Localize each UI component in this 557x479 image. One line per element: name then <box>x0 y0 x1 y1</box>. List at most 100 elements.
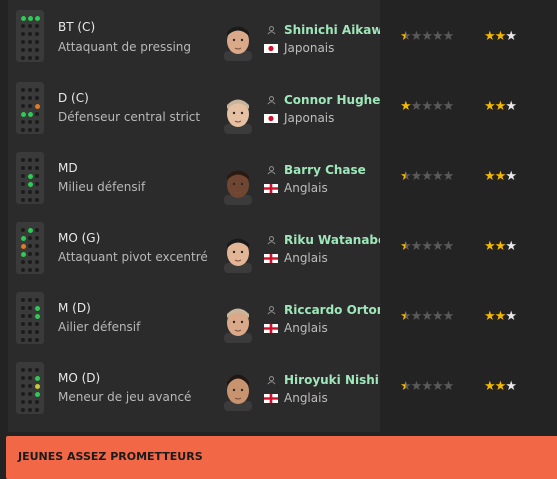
position-marker <box>20 251 26 257</box>
player-role: Défenseur central strict <box>58 110 201 124</box>
position-pitch-icon <box>16 222 44 274</box>
star-icon: ★ <box>421 169 433 184</box>
england-flag-icon <box>264 254 278 263</box>
position-marker <box>27 173 33 179</box>
star-icon: ★ <box>431 239 444 254</box>
potential-ability-stars: ★★★ <box>484 169 517 184</box>
position-pitch-icon <box>16 10 44 62</box>
current-ability-stars: ★★★★★ <box>400 309 454 324</box>
star-icon: ★ <box>484 29 496 44</box>
player-face-avatar <box>224 374 252 411</box>
player-role: Milieu défensif <box>58 180 146 194</box>
person-icon <box>267 96 276 105</box>
person-icon <box>267 236 276 245</box>
star-icon: ★ <box>505 99 517 114</box>
star-icon: ★ <box>400 239 412 254</box>
player-position: MO (G) <box>58 231 101 245</box>
section-header-bar[interactable]: JEUNES ASSEZ PROMETTEURS <box>6 436 557 479</box>
player-row[interactable]: MD Milieu défensif Barry Chase Anglais <box>8 140 380 210</box>
position-marker <box>20 111 26 117</box>
player-name[interactable]: Shinichi Aikawa <box>284 23 380 37</box>
current-ability-stars: ★★★★★ <box>400 99 455 114</box>
position-marker <box>34 383 40 389</box>
section-title: JEUNES ASSEZ PROMETTEURS <box>18 450 203 463</box>
position-marker <box>34 103 40 109</box>
player-row[interactable]: MO (D) Meneur de jeu avancé Hiroyuki Nis… <box>8 350 380 420</box>
japan-flag-icon <box>264 114 278 123</box>
position-marker <box>20 243 26 249</box>
position-marker <box>20 235 26 241</box>
star-icon: ★ <box>494 99 507 114</box>
position-marker <box>20 15 26 21</box>
star-icon: ★ <box>484 169 496 184</box>
star-icon: ★ <box>400 169 412 184</box>
current-ability-stars: ★★★★★ <box>400 239 454 254</box>
player-row[interactable]: MO (G) Attaquant pivot excentré Riku Wat… <box>8 210 380 280</box>
star-icon: ★ <box>431 99 444 114</box>
position-marker <box>34 305 40 311</box>
star-icon: ★ <box>442 99 455 114</box>
star-icon: ★ <box>421 239 433 254</box>
player-name[interactable]: Connor Hughes <box>284 93 380 107</box>
person-icon <box>267 26 276 35</box>
england-flag-icon <box>264 184 278 193</box>
player-face-avatar <box>224 99 252 134</box>
potential-ability-stars: ★★★ <box>484 309 517 324</box>
position-marker <box>27 15 33 21</box>
position-marker <box>27 227 33 233</box>
star-icon: ★ <box>421 29 433 44</box>
player-position: MD <box>58 161 78 175</box>
england-flag-icon <box>264 324 278 333</box>
star-icon: ★ <box>494 239 507 254</box>
star-icon: ★ <box>421 99 433 114</box>
star-icon: ★ <box>505 379 517 394</box>
position-pitch-icon <box>16 152 44 204</box>
star-icon: ★ <box>410 169 423 184</box>
star-icon: ★ <box>505 309 517 324</box>
player-row[interactable]: BT (C) Attaquant de pressing Shinichi Ai… <box>8 0 380 70</box>
player-name[interactable]: Barry Chase <box>284 163 380 177</box>
player-row[interactable]: D (C) Défenseur central strict Connor Hu… <box>8 70 380 140</box>
star-icon: ★ <box>505 239 517 254</box>
star-icon: ★ <box>431 169 444 184</box>
player-nationality: Japonais <box>284 111 335 125</box>
current-ability-stars: ★★★★★ <box>400 379 454 394</box>
player-face-avatar <box>224 170 252 205</box>
star-icon: ★ <box>410 99 423 114</box>
star-icon: ★ <box>400 379 412 394</box>
position-marker <box>34 375 40 381</box>
player-position: MO (D) <box>58 371 101 385</box>
star-icon: ★ <box>421 379 433 394</box>
player-nationality: Anglais <box>284 321 328 335</box>
player-list: BT (C) Attaquant de pressing Shinichi Ai… <box>8 0 380 432</box>
player-name[interactable]: Riccardo Orton <box>284 303 380 317</box>
potential-ability-stars: ★★★ <box>484 239 517 254</box>
star-icon: ★ <box>442 169 455 184</box>
player-name[interactable]: Hiroyuki Nishi <box>284 373 380 387</box>
star-icon: ★ <box>484 99 496 114</box>
star-icon: ★ <box>442 29 455 44</box>
star-icon: ★ <box>494 169 507 184</box>
star-icon: ★ <box>400 99 412 114</box>
position-marker <box>27 181 33 187</box>
player-nationality: Anglais <box>284 391 328 405</box>
position-marker <box>34 391 40 397</box>
player-role: Ailier défensif <box>58 320 141 334</box>
position-pitch-icon <box>16 362 44 414</box>
position-marker <box>34 15 40 21</box>
star-icon: ★ <box>400 309 412 324</box>
player-role: Attaquant pivot excentré <box>58 250 208 264</box>
player-name[interactable]: Riku Watanabe <box>284 233 380 247</box>
star-icon: ★ <box>494 309 507 324</box>
star-icon: ★ <box>431 379 444 394</box>
player-role: Attaquant de pressing <box>58 40 192 54</box>
star-icon: ★ <box>484 379 496 394</box>
player-nationality: Anglais <box>284 251 328 265</box>
person-icon <box>267 166 276 175</box>
england-flag-icon <box>264 394 278 403</box>
star-icon: ★ <box>494 379 507 394</box>
player-row[interactable]: M (D) Ailier défensif Riccardo Orton Ang… <box>8 280 380 350</box>
potential-ability-stars: ★★★ <box>484 99 517 114</box>
star-icon: ★ <box>431 29 444 44</box>
person-icon <box>267 376 276 385</box>
